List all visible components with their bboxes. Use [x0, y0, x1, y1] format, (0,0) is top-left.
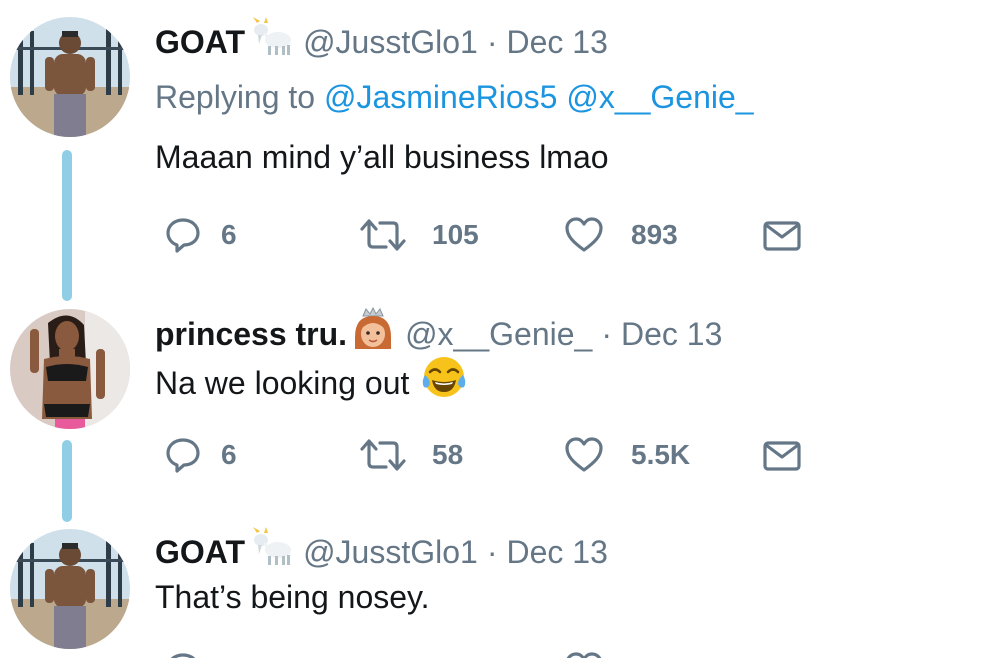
goat-emoji-icon	[249, 527, 293, 576]
reply-button[interactable]	[163, 650, 203, 658]
mention-link[interactable]: @x__Genie_	[566, 79, 753, 115]
display-name[interactable]: GOAT	[155, 532, 245, 572]
display-name[interactable]: princess tru.	[155, 314, 347, 354]
goat-emoji-icon	[249, 17, 293, 66]
reply-icon	[166, 438, 200, 473]
envelope-icon	[763, 221, 801, 251]
replying-to-line: Replying to @JasmineRios5 @x__Genie_	[155, 77, 754, 117]
tweet-date[interactable]: Dec 13	[621, 314, 722, 354]
user-handle[interactable]: @x__Genie_	[405, 314, 592, 354]
tweet-header: GOAT @JusstGlo1 · Dec 13	[155, 17, 608, 66]
user-handle[interactable]: @JusstGlo1	[303, 532, 478, 572]
direct-message-button[interactable]	[762, 435, 802, 475]
like-count: 5.5K	[631, 439, 691, 470]
tweet-header: GOAT @JusstGlo1 · Dec 13	[155, 527, 608, 576]
like-button[interactable]: 5.5K	[563, 435, 690, 475]
user-handle[interactable]: @JusstGlo1	[303, 22, 478, 62]
thread-connector	[62, 440, 72, 522]
heart-icon	[565, 217, 603, 252]
separator-dot: ·	[486, 23, 498, 60]
retweet-count: 58	[432, 439, 464, 470]
replying-to-label: Replying to	[155, 79, 316, 115]
tweet-date[interactable]: Dec 13	[506, 22, 607, 62]
heart-icon	[566, 652, 602, 658]
retweet-icon	[360, 439, 406, 471]
tears-of-joy-emoji-icon	[421, 355, 467, 410]
tweet-date[interactable]: Dec 13	[506, 532, 607, 572]
envelope-icon	[763, 441, 801, 471]
retweet-button[interactable]: 105	[358, 215, 479, 255]
avatar[interactable]	[10, 309, 130, 429]
display-name[interactable]: GOAT	[155, 22, 245, 62]
separator-dot: ·	[486, 533, 498, 570]
direct-message-button[interactable]	[762, 215, 802, 255]
tweet-text-row: Na we looking out	[155, 355, 467, 410]
like-button[interactable]: 893	[563, 215, 678, 255]
retweet-button[interactable]: 58	[358, 435, 463, 475]
tweet-thread: GOAT @JusstGlo1 · Dec 13 Replying to @Ja…	[0, 0, 983, 658]
tweet-header: princess tru. @x__Genie_ · Dec 13	[155, 306, 722, 360]
reply-icon	[170, 653, 196, 658]
separator-dot: ·	[601, 315, 612, 352]
tweet-text: That’s being nosey.	[155, 579, 430, 615]
heart-icon	[565, 437, 603, 472]
like-button[interactable]	[563, 650, 605, 658]
reply-button[interactable]: 6	[163, 435, 237, 475]
mention-link[interactable]: @JasmineRios5	[324, 79, 557, 115]
avatar[interactable]	[10, 529, 130, 649]
thread-connector	[62, 150, 72, 301]
reply-button[interactable]: 6	[163, 215, 237, 255]
retweet-icon	[360, 219, 406, 251]
tweet-text: Na we looking out	[155, 364, 410, 401]
tweet-text: Maaan mind y’all business lmao	[155, 139, 609, 175]
princess-emoji-icon	[351, 306, 395, 360]
reply-count: 6	[221, 219, 237, 250]
reply-count: 6	[221, 439, 237, 470]
avatar[interactable]	[10, 17, 130, 137]
reply-icon	[166, 218, 200, 253]
like-count: 893	[631, 219, 678, 250]
retweet-count: 105	[432, 219, 479, 250]
